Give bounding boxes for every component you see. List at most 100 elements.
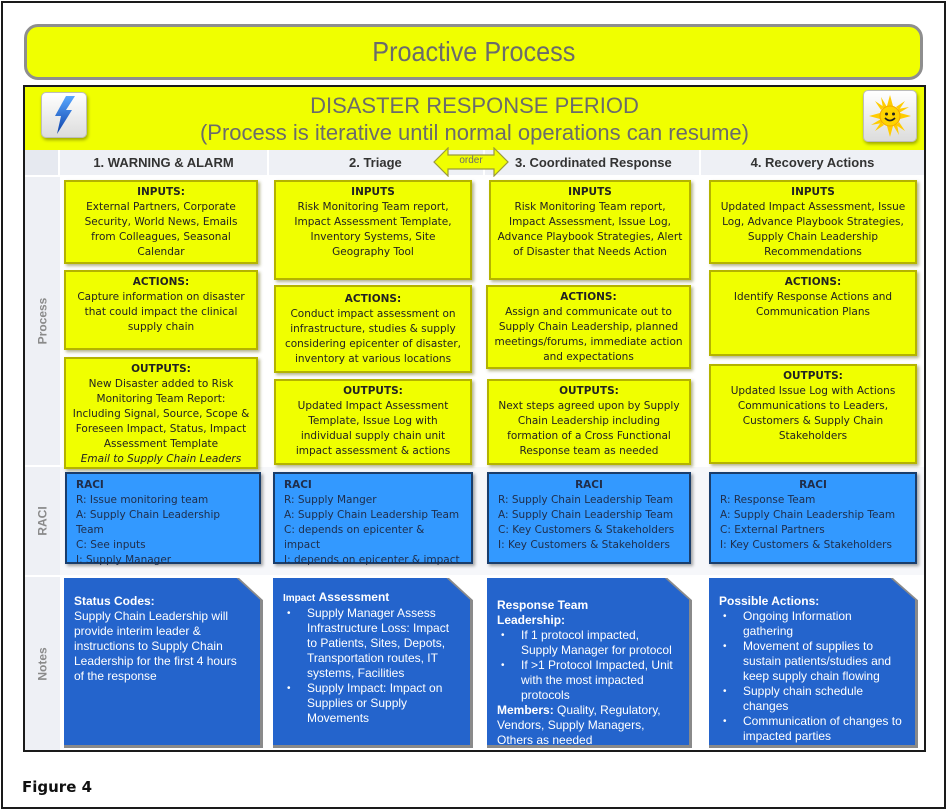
phase-header-warning-alarm: 1. WARNING & ALARM [60,150,269,175]
title-band: DISASTER RESPONSE PERIOD (Process is ite… [25,87,924,150]
order-label: order [459,155,483,166]
warning-notes-box: Status Codes: Supply Chain Leadership wi… [64,578,260,745]
box-heading: OUTPUTS: [131,363,191,375]
notes-heading: Assessment [318,590,390,604]
process-row-label-band: Process [25,177,60,465]
raci-informed: I: Supply Manager [76,554,172,566]
box-heading: ACTIONS: [560,291,617,303]
banner-title: Proactive Process [371,36,576,67]
raci-row-label: RACI [35,506,50,536]
notes-bullet: Movement of supplies to sustain patients… [723,639,905,684]
raci-heading: RACI [799,479,827,491]
raci-heading: RACI [575,479,603,491]
box-text: External Partners, Corporate Security, W… [84,201,238,258]
triage-notes-box: Impact Assessment Supply Manager Assess … [273,578,470,745]
raci-accountable: A: Supply Chain Leadership Team [76,509,221,536]
notes-heading: Response Team Leadership: [497,598,589,627]
raci-consulted: C: Key Customers & Stakeholders [498,524,675,536]
notes-bullet: Supply Manager Assess Infrastructure Los… [287,606,460,681]
raci-responsible: R: Supply Chain Leadership Team [498,494,674,506]
notes-bullets: Ongoing Information gathering Movement o… [719,609,905,744]
process-row-label: Process [35,297,50,345]
raci-responsible: R: Response Team [720,494,816,506]
raci-row-label-band: RACI [25,467,60,575]
notes-heading-small: Impact [283,593,316,604]
box-text: Updated Impact Assessment, Issue Log, Ad… [720,201,906,258]
box-text: Assign and communicate out to Supply Cha… [494,306,683,363]
triage-actions-box: ACTIONS: Conduct impact assessment on in… [274,285,472,373]
box-text: Risk Monitoring Team report, Impact Asse… [294,201,452,258]
box-text: Updated Issue Log with Actions Communica… [730,385,896,442]
smiling-sun-icon [863,90,917,142]
box-heading: ACTIONS: [132,276,190,288]
notes-bullet: Communication of changes to impacted par… [723,714,905,744]
raci-consulted: C: depends on epicenter & impact [284,524,425,551]
box-text: Risk Monitoring Team report, Impact Asse… [497,201,683,258]
coordinated-notes-box: Response Team Leadership: If 1 protocol … [487,578,689,745]
raci-consulted: C: External Partners [720,524,825,536]
notes-bullet: If >1 Protocol Impacted, Unit with the m… [501,658,679,703]
raci-heading: RACI [76,479,104,491]
notes-row-label: Notes [35,646,50,681]
recovery-actions-box: ACTIONS: Identify Response Actions and C… [709,270,917,356]
box-heading: OUTPUTS: [343,385,403,397]
raci-informed: I: Key Customers & Stakeholders [720,539,892,551]
order-double-arrow: order [433,146,509,178]
triage-outputs-box: OUTPUTS: Updated Impact Assessment Templ… [274,379,472,465]
notes-bullet: Supply chain schedule changes [723,684,905,714]
box-heading: ACTIONS: [344,292,402,305]
coordinated-raci-box: RACI R: Supply Chain Leadership Team A: … [487,472,691,564]
coordinated-inputs-box: INPUTS Risk Monitoring Team report, Impa… [489,180,691,280]
warning-raci-box: RACI R: Issue monitoring team A: Supply … [65,472,261,566]
warning-actions-box: ACTIONS: Capture information on disaster… [64,270,258,350]
box-italic-note: Email to Supply Chain Leaders [80,453,242,465]
raci-informed: I: depends on epicenter & impact [284,554,460,566]
recovery-raci-box: RACI R: Response Team A: Supply Chain Le… [709,472,917,564]
triage-inputs-box: INPUTS Risk Monitoring Team report, Impa… [274,180,472,280]
notes-bullet: If 1 protocol impacted, Supply Manager f… [501,628,679,658]
box-text: Updated Impact Assessment Template, Issu… [295,400,451,457]
recovery-inputs-box: INPUTS Updated Impact Assessment, Issue … [709,180,917,264]
box-heading: OUTPUTS: [783,370,843,382]
notes-bullets: Supply Manager Assess Infrastructure Los… [283,606,460,726]
raci-accountable: A: Supply Chain Leadership Team [284,509,460,521]
disaster-response-diagram: DISASTER RESPONSE PERIOD (Process is ite… [23,85,926,752]
box-text: New Disaster added to Risk Monitoring Te… [72,378,250,450]
notes-row-label-band: Notes [25,577,60,750]
notes-members-label: Members: [497,703,554,717]
notes-text: Supply Chain Leadership will provide int… [74,609,237,683]
figure-caption: Figure 4 [22,778,93,796]
warning-outputs-box: OUTPUTS: New Disaster added to Risk Moni… [64,357,258,469]
raci-responsible: R: Supply Manger [284,494,377,506]
box-text: Capture information on disaster that cou… [77,291,245,333]
recovery-outputs-box: OUTPUTS: Updated Issue Log with Actions … [709,364,917,464]
notes-bullet: Supply Impact: Impact on Supplies or Sup… [287,681,460,726]
raci-informed: I: Key Customers & Stakeholders [498,539,670,551]
header-spacer [25,150,60,175]
box-heading: ACTIONS: [784,276,842,288]
box-text: Next steps agreed upon by Supply Chain L… [498,400,680,457]
box-text: Identify Response Actions and Communicat… [733,291,893,318]
triage-raci-box: RACI R: Supply Manger A: Supply Chain Le… [273,472,473,566]
notes-heading: Status Codes: [74,594,155,608]
box-heading: INPUTS [791,186,835,198]
diagram-title: DISASTER RESPONSE PERIOD [310,93,639,118]
proactive-process-banner: Proactive Process [24,24,923,80]
recovery-notes-box: Possible Actions: Ongoing Information ga… [709,578,915,745]
notes-bullet: Ongoing Information gathering [723,609,905,639]
raci-accountable: A: Supply Chain Leadership Team [498,509,674,521]
raci-responsible: R: Issue monitoring team [76,494,209,506]
raci-consulted: C: See inputs [76,539,146,551]
notes-bullets: If 1 protocol impacted, Supply Manager f… [497,628,679,703]
notes-heading: Possible Actions: [719,594,820,608]
phase-header-recovery-actions: 4. Recovery Actions [750,155,875,170]
raci-heading: RACI [284,479,312,491]
box-heading: INPUTS [351,186,395,198]
box-heading: INPUTS: [137,186,185,198]
box-heading: INPUTS [568,186,612,198]
raci-accountable: A: Supply Chain Leadership Team [720,509,896,521]
box-text: Conduct impact assessment on infrastruct… [284,307,462,365]
box-heading: OUTPUTS: [559,385,619,397]
warning-inputs-box: INPUTS: External Partners, Corporate Sec… [64,180,258,264]
phase-header-coordinated-response: 3. Coordinated Response [485,150,701,175]
